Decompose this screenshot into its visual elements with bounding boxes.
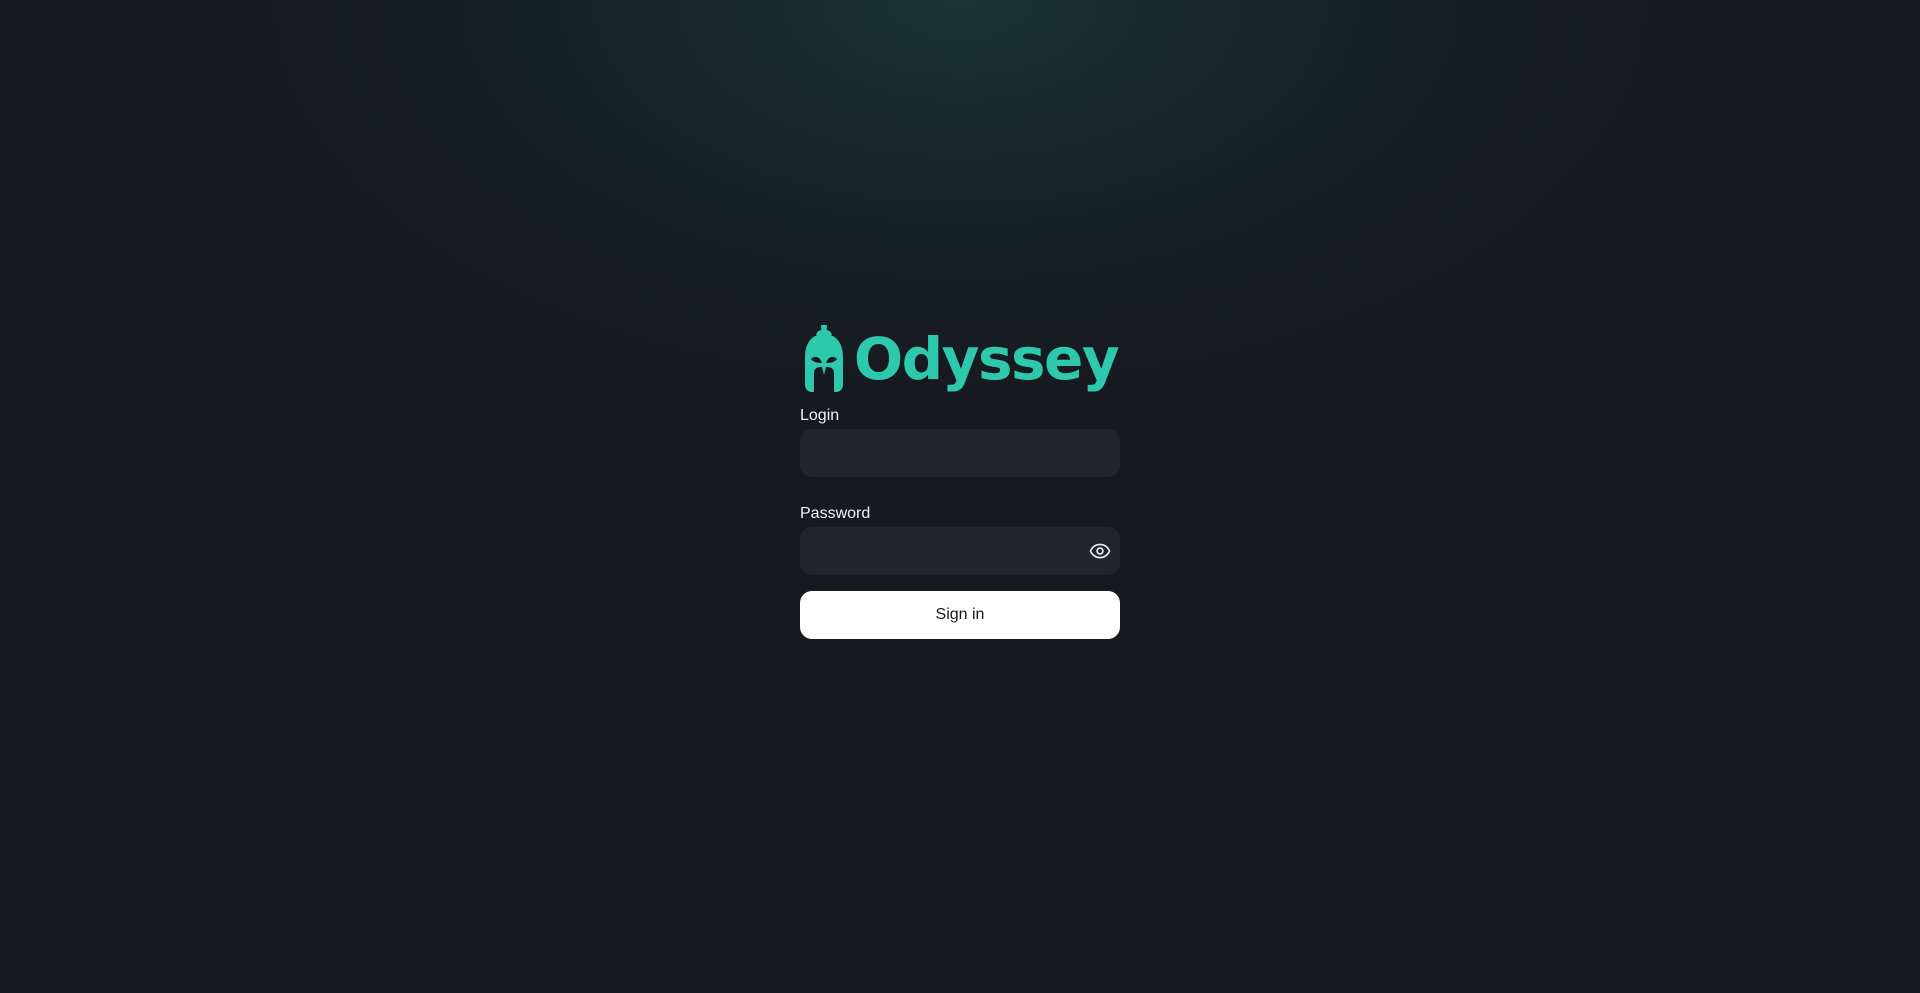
password-label: Password bbox=[800, 505, 871, 522]
brand: Odyssey bbox=[798, 322, 1120, 396]
sign-in-button[interactable]: Sign in bbox=[800, 591, 1120, 639]
spartan-helmet-icon bbox=[804, 325, 843, 392]
password-input-wrapper bbox=[800, 527, 1120, 575]
login-label: Login bbox=[800, 407, 840, 424]
login-input-wrapper bbox=[800, 429, 1120, 477]
login-container: Odyssey Login Password Sign in bbox=[800, 322, 1120, 646]
login-input[interactable] bbox=[800, 429, 1120, 477]
login-form: Login Password Sign in bbox=[800, 406, 1120, 646]
brand-name: Odyssey bbox=[853, 325, 1120, 393]
eye-icon[interactable] bbox=[1088, 539, 1112, 563]
password-input[interactable] bbox=[800, 527, 1120, 575]
